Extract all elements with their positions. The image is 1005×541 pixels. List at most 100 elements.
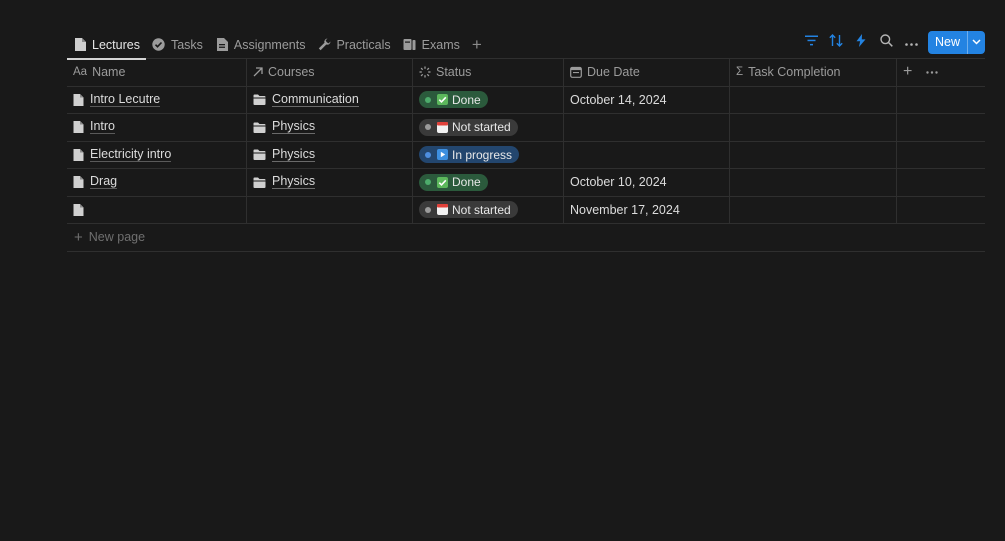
courses-cell[interactable]: Communication <box>247 86 413 113</box>
status-dot-icon <box>425 179 431 186</box>
add-view-button[interactable]: + <box>468 30 486 59</box>
task-completion-cell[interactable] <box>730 169 897 196</box>
folder-icon <box>253 149 266 161</box>
status-cell[interactable]: Not started <box>413 114 564 141</box>
table-row[interactable]: Electricity intro Physics In progress <box>67 141 985 169</box>
empty-cell <box>897 87 985 114</box>
status-badge: In progress <box>419 146 520 164</box>
empty-cell <box>897 142 985 169</box>
column-header-task-completion[interactable]: Σ Task Completion <box>730 59 897 86</box>
lectures-table: Aa Name Courses Status Due Date Σ Task C… <box>67 59 985 252</box>
page-name: Drag <box>90 174 118 190</box>
name-cell[interactable]: Intro Lecutre <box>67 86 247 113</box>
status-cell[interactable]: In progress <box>413 141 564 168</box>
courses-cell[interactable]: Physics <box>247 114 413 141</box>
course-link[interactable]: Communication <box>272 92 359 107</box>
column-header-status[interactable]: Status <box>413 59 564 86</box>
filter-button[interactable] <box>799 30 824 54</box>
page-name: Intro Lecutre <box>90 91 161 107</box>
search-button[interactable] <box>874 30 899 54</box>
course-link[interactable]: Physics <box>272 147 316 162</box>
courses-cell[interactable] <box>247 196 413 223</box>
new-dropdown-button[interactable] <box>967 30 985 54</box>
new-page-button[interactable]: + New page <box>67 224 985 252</box>
more-icon <box>905 35 918 49</box>
due-date-value: October 14, 2024 <box>570 92 667 107</box>
due-date-cell[interactable]: November 17, 2024 <box>564 196 730 223</box>
table-row[interactable]: Intro Physics Not started <box>67 114 985 142</box>
table-row[interactable]: Drag Physics Done October 10, 2024 <box>67 169 985 197</box>
column-header-due-date[interactable]: Due Date <box>564 59 730 86</box>
tab-tasks[interactable]: Tasks <box>146 30 209 59</box>
courses-cell[interactable]: Physics <box>247 141 413 168</box>
column-label: Name <box>92 65 126 80</box>
course-link[interactable]: Physics <box>272 175 316 190</box>
task-completion-cell[interactable] <box>730 114 897 141</box>
table-row[interactable]: Not started November 17, 2024 <box>67 196 985 224</box>
tab-lectures[interactable]: Lectures <box>67 30 146 60</box>
more-icon[interactable] <box>926 71 939 74</box>
column-label: Status <box>436 65 472 80</box>
page-icon <box>73 203 84 216</box>
column-label: Due Date <box>587 65 640 80</box>
tab-assignments[interactable]: Assignments <box>209 30 312 59</box>
automation-button[interactable] <box>849 30 874 54</box>
status-cell[interactable]: Done <box>413 169 564 196</box>
page-icon <box>73 148 84 161</box>
calendar-icon <box>570 66 582 79</box>
page-icon <box>73 176 84 189</box>
status-label: Done <box>452 92 481 107</box>
tab-exams[interactable]: Exams <box>397 30 466 59</box>
due-date-cell[interactable]: October 10, 2024 <box>564 169 730 196</box>
column-header-courses[interactable]: Courses <box>247 59 413 86</box>
task-completion-cell[interactable] <box>730 141 897 168</box>
tab-practicals[interactable]: Practicals <box>311 30 396 59</box>
document-icon <box>73 38 87 52</box>
status-spinner-icon <box>419 66 431 78</box>
status-emoji-icon <box>437 204 448 216</box>
name-cell[interactable]: Electricity intro <box>67 141 247 168</box>
due-date-cell[interactable] <box>564 114 730 141</box>
tab-label: Exams <box>421 37 460 52</box>
view-tab-bar: Lectures Tasks Assignments Practicals Ex… <box>67 30 985 60</box>
status-label: Done <box>452 175 481 190</box>
status-emoji-icon <box>437 94 448 106</box>
assignment-doc-icon <box>215 38 229 52</box>
status-badge: Done <box>419 91 488 109</box>
status-cell[interactable]: Done <box>413 86 564 113</box>
new-button[interactable]: New <box>928 31 967 54</box>
add-property-button[interactable]: + <box>903 63 912 81</box>
name-cell[interactable] <box>67 196 247 223</box>
status-emoji-icon <box>437 176 448 188</box>
name-cell[interactable]: Intro <box>67 114 247 141</box>
task-completion-cell[interactable] <box>730 86 897 113</box>
sigma-icon: Σ <box>736 66 744 79</box>
status-emoji-icon <box>437 149 448 161</box>
plus-icon: + <box>74 228 83 246</box>
empty-cell <box>897 197 985 224</box>
table-row[interactable]: Intro Lecutre Communication Done October… <box>67 86 985 114</box>
lightning-icon <box>856 34 866 50</box>
page-name: Intro <box>90 119 116 135</box>
folder-icon <box>253 122 266 133</box>
status-dot-icon <box>425 151 431 158</box>
column-header-name[interactable]: Aa Name <box>67 59 247 86</box>
column-header-actions: + <box>897 59 985 86</box>
page-icon <box>73 121 84 134</box>
courses-cell[interactable]: Physics <box>247 169 413 196</box>
due-date-cell[interactable] <box>564 141 730 168</box>
sort-button[interactable] <box>824 30 849 54</box>
status-dot-icon <box>425 124 431 131</box>
course-link[interactable]: Physics <box>272 120 316 135</box>
task-completion-cell[interactable] <box>730 196 897 223</box>
name-cell[interactable]: Drag <box>67 169 247 196</box>
status-label: Not started <box>452 120 511 135</box>
more-button[interactable] <box>899 30 924 54</box>
tab-label: Tasks <box>170 37 203 52</box>
new-button-group: New <box>927 30 985 54</box>
search-icon <box>880 34 893 50</box>
status-label: In progress <box>452 147 513 162</box>
due-date-cell[interactable]: October 14, 2024 <box>564 86 730 113</box>
status-cell[interactable]: Not started <box>413 196 564 223</box>
folder-icon <box>253 177 266 188</box>
